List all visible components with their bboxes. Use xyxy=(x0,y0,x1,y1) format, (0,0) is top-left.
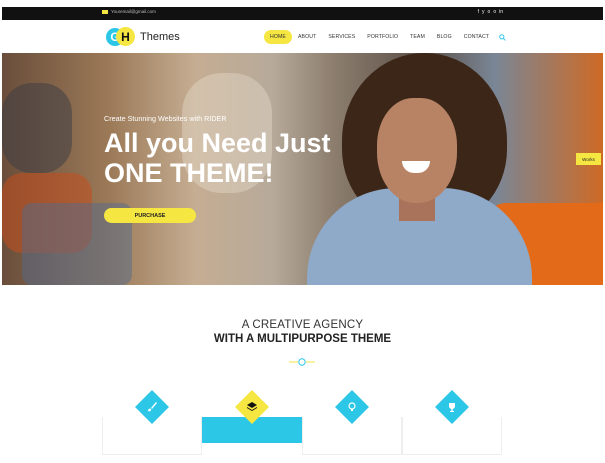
works-side-tab[interactable]: Works xyxy=(576,153,601,165)
hero-tagline: Create Stunning Websites with RIDER xyxy=(104,114,227,123)
nav-item-blog[interactable]: BLOG xyxy=(431,30,458,44)
site-logo[interactable]: G H Themes xyxy=(106,26,180,48)
trophy-icon xyxy=(440,395,464,419)
nav-item-team[interactable]: TEAM xyxy=(404,30,431,44)
hero-banner: Create Stunning Websites with RIDER All … xyxy=(2,53,603,285)
hero-bg-shape xyxy=(2,83,72,173)
logo-mark: G H xyxy=(106,26,136,48)
purchase-button[interactable]: PURCHASE xyxy=(104,208,196,223)
nav-item-services[interactable]: SERVICES xyxy=(322,30,361,44)
search-icon[interactable] xyxy=(499,33,506,41)
page: Youremail@gmail.com f y o o in G H Theme… xyxy=(0,0,605,463)
instagram-icon[interactable]: o xyxy=(488,9,491,15)
logo-h-circle: H xyxy=(116,27,135,46)
agency-title-line2: WITH A MULTIPURPOSE THEME xyxy=(213,333,392,345)
agency-title-line1: A CREATIVE AGENCY xyxy=(241,319,364,331)
hero-headline: All you Need Just ONE THEME! xyxy=(104,128,331,188)
hero-person-face xyxy=(377,98,457,203)
main-navbar: G H Themes HOME ABOUT SERVICES PORTFOLIO… xyxy=(2,20,603,53)
hero-headline-line2: ONE THEME! xyxy=(104,158,274,188)
nav-item-home[interactable]: HOME xyxy=(264,30,292,44)
agency-heading: A CREATIVE AGENCY WITH A MULTIPURPOSE TH… xyxy=(0,319,605,345)
pinterest-icon[interactable]: o xyxy=(493,9,496,15)
features-row xyxy=(102,390,502,455)
linkedin-icon[interactable]: in xyxy=(499,9,503,15)
social-links: f y o o in xyxy=(478,9,503,15)
hero-headline-line1: All you Need Just xyxy=(104,128,331,158)
logo-text: Themes xyxy=(140,31,180,43)
brush-icon xyxy=(140,395,164,419)
top-bar: Youremail@gmail.com f y o o in xyxy=(2,7,603,20)
nav-item-about[interactable]: ABOUT xyxy=(292,30,322,44)
section-divider-icon xyxy=(289,358,315,366)
nav-item-contact[interactable]: CONTACT xyxy=(458,30,495,44)
lightbulb-icon xyxy=(340,395,364,419)
mail-icon xyxy=(102,9,108,14)
twitter-icon[interactable]: y xyxy=(482,9,485,15)
nav-menu: HOME ABOUT SERVICES PORTFOLIO TEAM BLOG … xyxy=(264,30,506,44)
nav-item-portfolio[interactable]: PORTFOLIO xyxy=(361,30,404,44)
layers-icon xyxy=(240,395,264,419)
contact-email[interactable]: Youremail@gmail.com xyxy=(102,9,156,14)
facebook-icon[interactable]: f xyxy=(478,9,479,15)
email-text: Youremail@gmail.com xyxy=(111,9,156,14)
